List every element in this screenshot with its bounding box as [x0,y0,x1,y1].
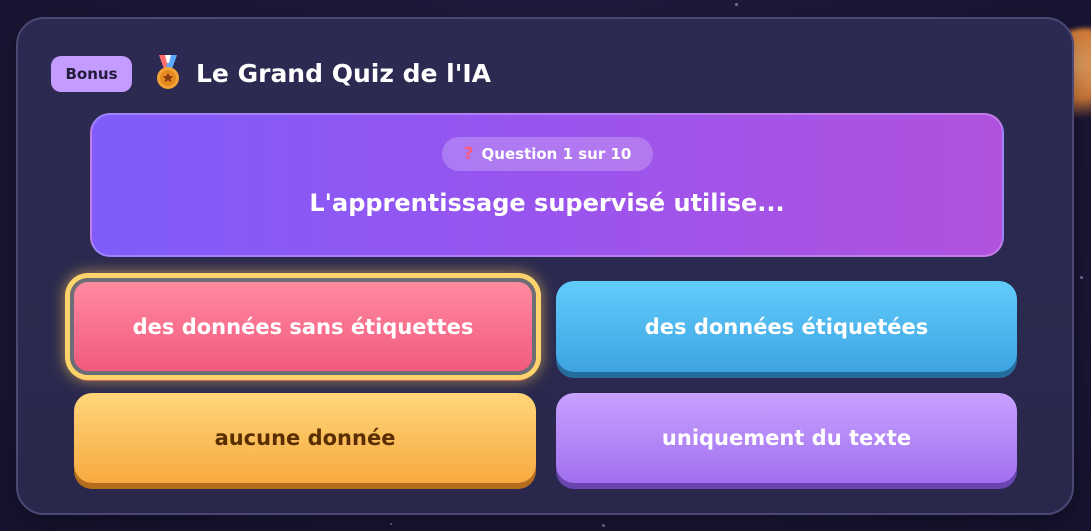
answer-label: aucune donnée [214,426,396,450]
quiz-title: Le Grand Quiz de l'IA [196,58,492,88]
answer-option-1[interactable]: des données sans étiquettes [70,278,536,375]
star-decoration [735,3,738,6]
question-counter: ? Question 1 sur 10 [442,137,653,171]
answer-label: uniquement du texte [661,426,912,450]
question-counter-label: Question 1 sur 10 [481,145,632,163]
question-mark-icon: ? [463,144,474,164]
star-decoration [1080,276,1083,279]
bonus-badge: Bonus [51,56,132,92]
answer-option-3[interactable]: aucune donnée [74,393,536,483]
answer-label: des données sans étiquettes [132,314,474,339]
question-text: L'apprentissage supervisé utilise... [309,189,785,217]
medal-icon [151,55,185,91]
answer-label: des données étiquetées [644,314,929,339]
answer-option-4[interactable]: uniquement du texte [556,393,1017,483]
star-decoration [602,524,605,527]
answer-option-2[interactable]: des données étiquetées [556,281,1017,372]
question-card: ? Question 1 sur 10 L'apprentissage supe… [90,113,1004,257]
star-decoration [390,523,392,525]
